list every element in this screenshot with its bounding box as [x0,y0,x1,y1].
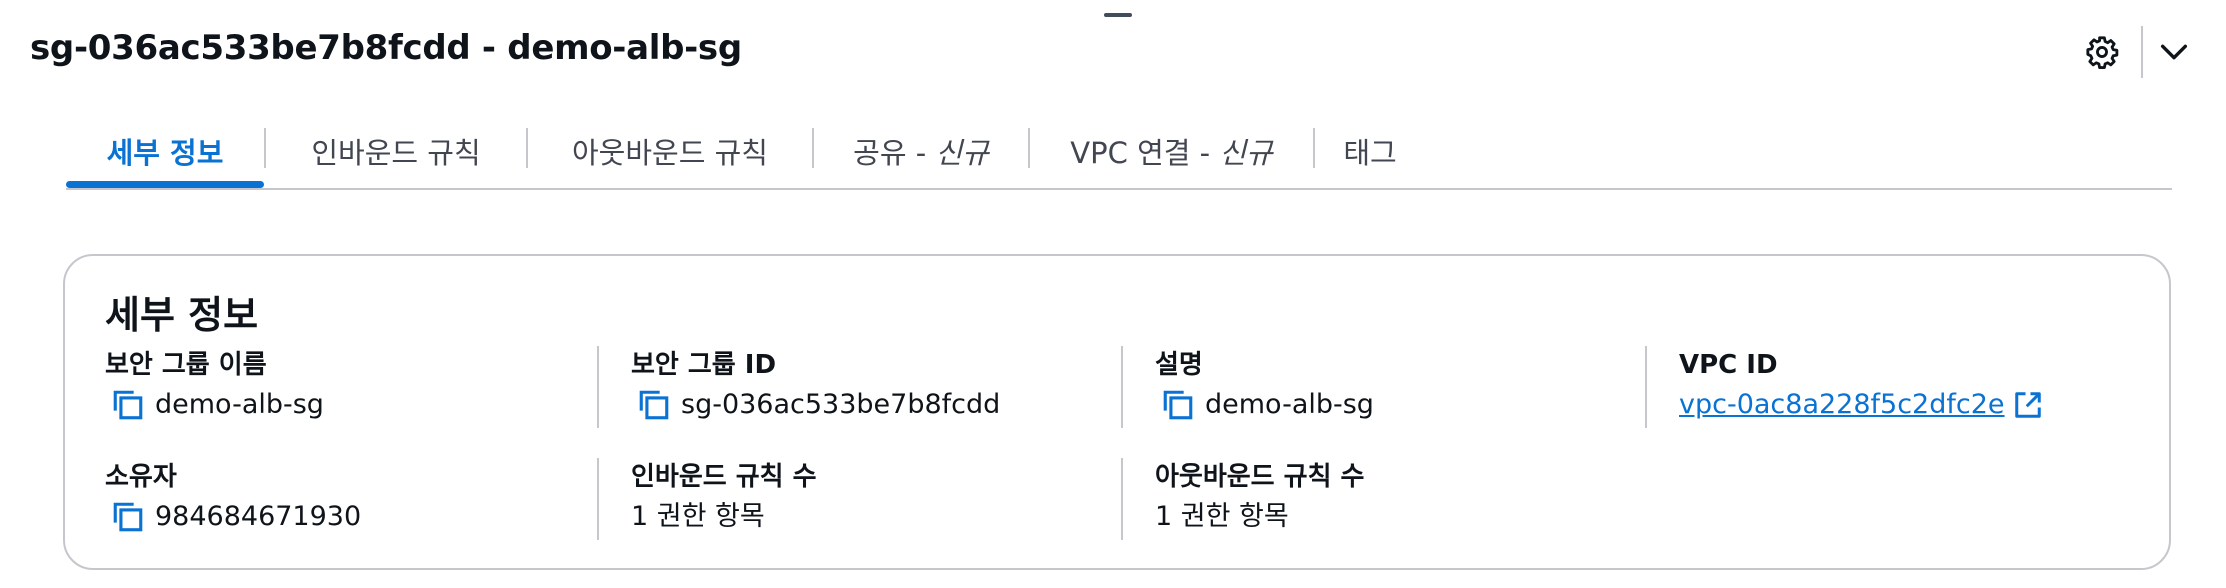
tab-label: 세부 정보 [106,136,224,170]
outbound-count-label: 아웃바운드 규칙 수 [1155,462,1365,492]
description-label: 설명 [1155,350,1203,380]
vpc-id-label: VPC ID [1679,350,1778,380]
column-divider [597,458,599,540]
owner-label: 소유자 [105,462,177,492]
sg-id-label: 보안 그룹 ID [631,350,777,380]
page-title: sg-036ac533be7b8fcdd - demo-alb-sg [30,28,742,68]
sg-id-value-row: sg-036ac533be7b8fcdd [631,388,1000,422]
collapse-button[interactable] [2150,28,2198,76]
copy-icon[interactable] [111,388,145,422]
tab-label: VPC 연결 - 신규 [1070,130,1272,172]
tab-tags[interactable]: 태그 [1315,122,1425,186]
tab-label-text: 공유 - [853,136,936,170]
tab-bar: 세부 정보 인바운드 규칙 아웃바운드 규칙 공유 - 신규 VPC 연결 - … [66,122,2172,190]
vpc-id-value-row: vpc-0ac8a228f5c2dfc2e [1679,388,2043,422]
description-value: demo-alb-sg [1205,389,1374,420]
gear-icon [2086,36,2119,69]
owner-field: 소유자 984684671930 [105,460,361,534]
new-badge: 신규 [935,136,989,170]
header-divider [2141,26,2143,78]
settings-button[interactable] [2078,28,2126,76]
chevron-down-icon [2160,44,2188,60]
tab-label: 아웃바운드 규칙 [572,136,768,170]
details-card: 세부 정보 보안 그룹 이름 demo-alb-sg 보안 그룹 ID sg-0… [63,254,2171,570]
tab-details[interactable]: 세부 정보 [66,122,264,188]
outbound-count-value: 1 권한 항목 [1155,501,1289,532]
sg-id-field: 보안 그룹 ID sg-036ac533be7b8fcdd [631,348,1000,422]
tab-sharing[interactable]: 공유 - 신규 [814,122,1028,186]
column-divider [1121,346,1123,428]
description-value-row: demo-alb-sg [1155,388,1374,422]
column-divider [597,346,599,428]
outbound-count-field: 아웃바운드 규칙 수 1 권한 항목 [1155,460,1364,534]
external-link-icon[interactable] [2013,390,2043,420]
vpc-id-link[interactable]: vpc-0ac8a228f5c2dfc2e [1679,388,2005,422]
copy-icon[interactable] [1161,388,1195,422]
inbound-count-label: 인바운드 규칙 수 [631,462,817,492]
tab-outbound-rules[interactable]: 아웃바운드 규칙 [528,122,812,186]
copy-icon[interactable] [111,500,145,534]
sg-name-label: 보안 그룹 이름 [105,350,267,380]
details-card-title: 세부 정보 [105,293,259,337]
column-divider [1121,458,1123,540]
panel-resize-handle[interactable] [1104,13,1132,17]
column-divider [1645,346,1647,428]
copy-icon[interactable] [637,388,671,422]
inbound-count-value: 1 권한 항목 [631,501,765,532]
owner-value: 984684671930 [155,501,362,532]
sg-name-value-row: demo-alb-sg [105,388,324,422]
vpc-id-field: VPC ID vpc-0ac8a228f5c2dfc2e [1679,348,2043,422]
sg-name-field: 보안 그룹 이름 demo-alb-sg [105,348,324,422]
new-badge: 신규 [1219,136,1273,170]
tab-label: 인바운드 규칙 [311,136,481,170]
tab-label: 태그 [1343,136,1397,170]
owner-value-row: 984684671930 [105,500,361,534]
description-field: 설명 demo-alb-sg [1155,348,1374,422]
tab-vpc-associations[interactable]: VPC 연결 - 신규 [1030,122,1313,186]
sg-id-value: sg-036ac533be7b8fcdd [681,389,1001,420]
tab-label: 공유 - 신규 [853,130,989,172]
inbound-count-field: 인바운드 규칙 수 1 권한 항목 [631,460,817,534]
sg-name-value: demo-alb-sg [155,389,324,420]
tab-label-text: VPC 연결 - [1070,136,1220,170]
security-group-details-panel: sg-036ac533be7b8fcdd - demo-alb-sg 세부 정보… [0,0,2226,588]
tab-inbound-rules[interactable]: 인바운드 규칙 [266,122,526,186]
